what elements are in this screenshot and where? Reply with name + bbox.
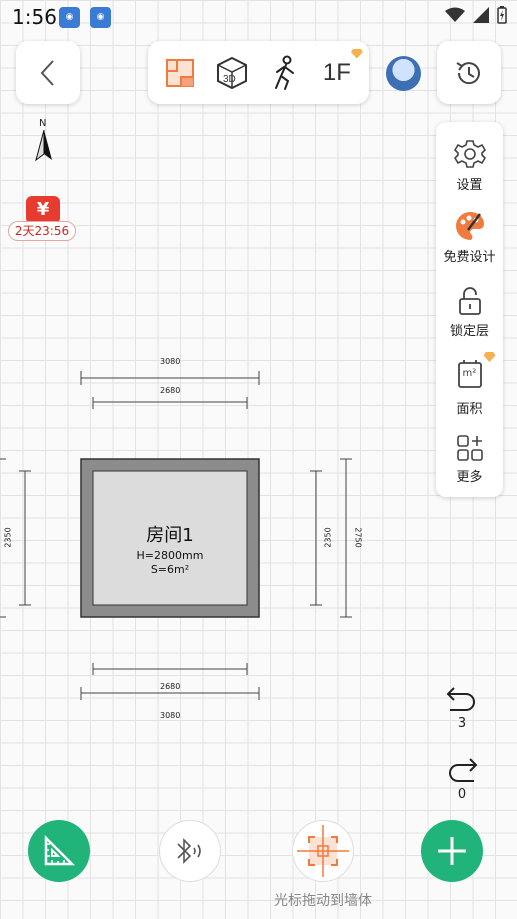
- room-area: S=6m²: [150, 563, 190, 576]
- redo-button[interactable]: 0: [437, 755, 487, 802]
- dim-right-inner: 2350: [323, 527, 333, 548]
- ruler-button[interactable]: [28, 820, 90, 882]
- bluetooth-button[interactable]: [159, 820, 221, 882]
- ruler-triangle-icon: [44, 834, 76, 866]
- undo-icon: [446, 687, 475, 711]
- dim-top-outer: 3080: [160, 357, 181, 366]
- room-height: H=2800mm: [136, 549, 204, 562]
- plus-icon: [438, 837, 466, 865]
- dim-right-outer: 2750: [353, 527, 363, 548]
- add-button[interactable]: [421, 820, 483, 882]
- crosshair-icon: [297, 825, 349, 877]
- redo-count: 0: [457, 787, 467, 802]
- dim-bottom-inner: 2680: [160, 682, 181, 691]
- cursor-hint: 光标拖动到墙体: [274, 893, 372, 909]
- room-name: 房间1: [146, 525, 194, 546]
- dim-left: 2350: [3, 527, 13, 548]
- bluetooth-icon: [177, 838, 201, 864]
- undo-count: 3: [457, 716, 467, 731]
- cursor-drag-button[interactable]: [292, 820, 354, 882]
- undo-button[interactable]: 3: [437, 684, 487, 731]
- dim-top-inner: 2680: [160, 386, 181, 395]
- redo-icon: [449, 758, 478, 782]
- dim-bottom-outer: 3080: [160, 711, 181, 720]
